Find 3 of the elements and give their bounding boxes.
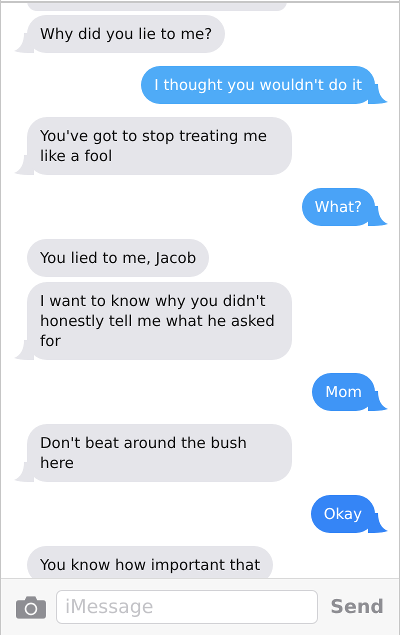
camera-icon[interactable]	[16, 595, 46, 619]
message-input-field[interactable]: iMessage	[56, 590, 318, 624]
send-button[interactable]: Send	[330, 592, 384, 622]
